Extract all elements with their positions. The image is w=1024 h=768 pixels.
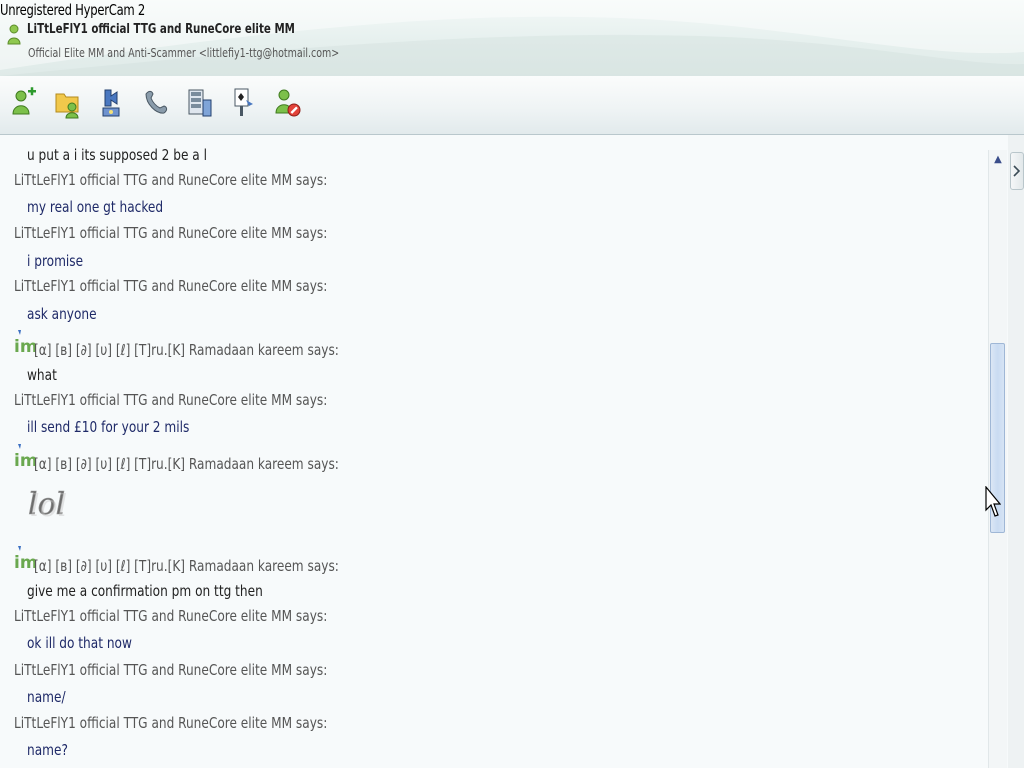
message-text: my real one gt hacked [27, 198, 164, 216]
message-sender-line: LiTtLeFlY1 official TTG and RuneCore eli… [14, 607, 328, 625]
message-text: name/ [27, 688, 66, 706]
call-contact-button[interactable] [140, 84, 172, 122]
message-text: name? [27, 741, 68, 759]
side-panel-strip [1008, 135, 1024, 768]
chevron-right-icon [1013, 165, 1021, 177]
message-sender-line: LiTtLeFlY1 official TTG and RuneCore eli… [14, 661, 328, 679]
games-icon [234, 88, 253, 116]
chat-scrollbar[interactable]: ▲ [988, 150, 1007, 768]
activities-button[interactable] [184, 84, 216, 122]
lol-emoticon-icon: lol lol [28, 487, 66, 524]
svg-text:im: im [14, 337, 36, 354]
im-logo-icon: im [14, 444, 36, 468]
send-files-button[interactable] [52, 84, 84, 122]
header-background-wave [0, 0, 1024, 76]
games-button[interactable] [228, 84, 260, 122]
message-sender-line: LiTtLeFlY1 official TTG and RuneCore eli… [14, 171, 328, 189]
partial-message-text: u put a i its supposed 2 be a l [27, 146, 207, 164]
conversation-header: LiTtLeFlY1 official TTG and RuneCore eli… [0, 0, 1024, 76]
recording-watermark: Unregistered HyperCam 2 [0, 1, 146, 19]
expand-panel-button[interactable] [1010, 152, 1024, 190]
svg-text:lol: lol [30, 489, 66, 524]
message-text: ask anyone [27, 305, 97, 323]
video-call-icon [102, 89, 120, 117]
chat-history[interactable]: u put a i its supposed 2 be a l LiTtLeFl… [0, 135, 1008, 768]
im-logo-icon: im [14, 546, 36, 570]
message-sender-line: LiTtLeFlY1 official TTG and RuneCore eli… [14, 224, 328, 242]
message-text: ok ill do that now [27, 634, 132, 652]
block-contact-button[interactable] [272, 84, 304, 122]
invite-contact-icon [12, 87, 36, 115]
message-text: i promise [27, 252, 84, 270]
message-sender-line: [α] [в] [∂] [υ] [ℓ] [T]ru.[K] Ramadaan k… [34, 557, 339, 575]
call-contact-icon [145, 90, 168, 114]
block-contact-icon [275, 89, 301, 117]
message-sender-line: LiTtLeFlY1 official TTG and RuneCore eli… [14, 391, 328, 409]
message-sender-line: LiTtLeFlY1 official TTG and RuneCore eli… [14, 277, 328, 295]
message-text: give me a confirmation pm on ttg then [27, 582, 263, 600]
svg-text:im: im [14, 553, 36, 570]
im-logo-icon: im [14, 330, 36, 354]
send-files-icon [55, 93, 79, 119]
online-status-icon [7, 24, 21, 45]
message-sender-line: LiTtLeFlY1 official TTG and RuneCore eli… [14, 714, 328, 732]
activities-icon [188, 89, 212, 117]
conversation-toolbar [0, 76, 1024, 135]
message-sender-line: [α] [в] [∂] [υ] [ℓ] [T]ru.[K] Ramadaan k… [34, 455, 339, 473]
message-text: what [27, 366, 57, 384]
message-text: ill send £10 for your 2 mils [27, 418, 190, 436]
video-call-button[interactable] [96, 84, 128, 122]
contact-status-message: Official Elite MM and Anti-Scammer <litt… [28, 46, 340, 60]
contact-name: LiTtLeFlY1 official TTG and RuneCore eli… [27, 22, 295, 37]
message-sender-line: [α] [в] [∂] [υ] [ℓ] [T]ru.[K] Ramadaan k… [34, 341, 339, 359]
scroll-up-arrow-icon[interactable]: ▲ [992, 153, 1004, 165]
invite-contact-button[interactable] [8, 84, 40, 122]
mouse-cursor-icon [985, 486, 1001, 517]
svg-text:im: im [14, 451, 36, 468]
